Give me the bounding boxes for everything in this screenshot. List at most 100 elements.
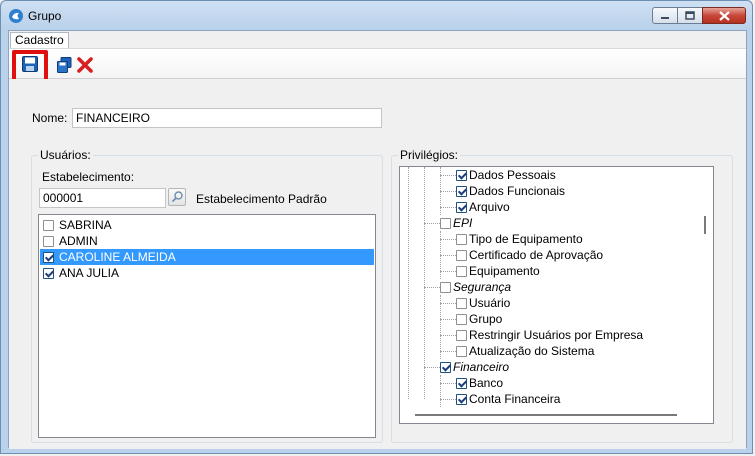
tree-line — [424, 167, 425, 399]
checkbox[interactable] — [440, 281, 451, 293]
checkbox[interactable] — [43, 235, 54, 247]
tree-node[interactable]: Dados Pessoais — [456, 167, 556, 183]
estabelecimento-field[interactable] — [39, 188, 166, 208]
toolbar — [9, 48, 746, 85]
tree-line — [424, 287, 440, 288]
estabelecimento-label: Estabelecimento: — [42, 170, 135, 184]
tree-node[interactable]: Arquivo — [456, 199, 510, 215]
list-item-selected[interactable]: CAROLINE ALMEIDA — [40, 249, 374, 265]
tree-line — [440, 383, 456, 384]
list-item[interactable]: ADMIN — [40, 233, 374, 249]
horizontal-scroll-thumb[interactable] — [415, 414, 677, 416]
save-button[interactable] — [21, 55, 39, 73]
tree-node[interactable]: Dados Funcionais — [456, 183, 565, 199]
copy-button[interactable] — [56, 56, 74, 74]
tree-node-label: Atualização do Sistema — [469, 344, 595, 358]
tree-node-financeiro[interactable]: Financeiro — [440, 359, 509, 375]
tree-node-label: EPI — [453, 216, 473, 230]
tree-line — [408, 167, 409, 399]
list-item[interactable]: SABRINA — [40, 217, 374, 233]
tree-node[interactable]: Atualização do Sistema — [456, 343, 594, 359]
form-area: Nome: Usuários: Estabelecimento: Estabel… — [9, 79, 746, 449]
tree-line — [440, 255, 456, 256]
tree-line — [440, 303, 456, 304]
checkbox-checked[interactable] — [456, 201, 467, 213]
tree-node[interactable]: Certificado de Aprovação — [456, 247, 603, 263]
list-item-label: ADMIN — [59, 234, 98, 248]
tree-node-label: Segurança — [453, 280, 512, 294]
minimize-icon — [661, 16, 669, 19]
nome-label: Nome: — [32, 111, 68, 125]
usuarios-list[interactable]: SABRINA ADMIN CAROLINE ALMEIDA ANA JULIA — [38, 214, 376, 438]
close-icon — [718, 10, 730, 21]
privilegios-group-title: Privilégios: — [398, 148, 461, 162]
tree-line — [440, 271, 456, 272]
title-bar[interactable]: Grupo — [1, 1, 752, 31]
delete-button[interactable] — [76, 56, 94, 74]
checkbox-checked[interactable] — [456, 185, 467, 197]
checkbox[interactable] — [43, 219, 54, 231]
checkbox-checked[interactable] — [43, 267, 54, 279]
list-item-label: ANA JULIA — [59, 266, 120, 280]
checkbox[interactable] — [456, 345, 467, 357]
checkbox[interactable] — [456, 329, 467, 341]
list-item[interactable]: ANA JULIA — [40, 265, 374, 281]
checkbox-checked[interactable] — [456, 169, 467, 181]
vertical-scrollbar[interactable] — [697, 168, 712, 408]
tree-line — [440, 191, 456, 192]
checkbox-checked[interactable] — [456, 377, 467, 389]
tree-line — [440, 399, 456, 400]
privilegios-tree[interactable]: Dados Pessoais Dados Funcionais Arquivo … — [399, 166, 714, 424]
estabelecimento-search-button[interactable] — [168, 188, 186, 206]
tree-node-label: Restringir Usuários por Empresa — [469, 328, 644, 342]
checkbox-checked[interactable] — [440, 361, 451, 373]
usuarios-group: Usuários: Estabelecimento: Estabelecimen… — [31, 148, 383, 443]
checkbox-checked[interactable] — [456, 393, 467, 405]
tree-node-label: Certificado de Aprovação — [469, 248, 604, 262]
tree-node[interactable]: Tipo de Equipamento — [456, 231, 583, 247]
maximize-icon — [685, 11, 695, 20]
tree-line — [440, 207, 456, 208]
window-title: Grupo — [28, 9, 62, 23]
tree-node[interactable]: Banco — [456, 375, 503, 391]
tree-node-epi[interactable]: EPI — [440, 215, 472, 231]
tree-node-label: Grupo — [469, 312, 503, 326]
tree-node[interactable]: Equipamento — [456, 263, 540, 279]
tree-line — [440, 319, 456, 320]
copy-icon — [57, 57, 72, 73]
tree-line — [440, 239, 456, 240]
delete-icon — [77, 57, 93, 73]
maximize-button[interactable] — [677, 7, 703, 24]
tree-node-label: Conta Financeira — [469, 392, 561, 406]
checkbox[interactable] — [456, 249, 467, 261]
client-area: Cadastro Nome: FINANCEIRO Usuários: Esta… — [8, 30, 747, 449]
nome-field[interactable] — [72, 108, 382, 128]
tree-node-seguranca[interactable]: Segurança — [440, 279, 511, 295]
tab-strip: Cadastro — [9, 31, 746, 48]
usuarios-group-title: Usuários: — [38, 148, 93, 162]
checkbox-checked[interactable] — [43, 251, 54, 263]
tree-line — [440, 335, 456, 336]
close-button[interactable] — [702, 7, 746, 24]
checkbox[interactable] — [456, 297, 467, 309]
tree-node[interactable]: Conta Financeira — [456, 391, 560, 407]
tree-node[interactable]: Grupo — [456, 311, 502, 327]
tree-node[interactable]: Usuário — [456, 295, 510, 311]
estabelecimento-name: Estabelecimento Padrão — [196, 192, 327, 206]
tree-node[interactable]: Restringir Usuários por Empresa — [456, 327, 643, 343]
tree-line — [424, 367, 440, 368]
checkbox[interactable] — [456, 233, 467, 245]
tab-cadastro[interactable]: Cadastro — [10, 32, 69, 48]
tree-line — [440, 375, 441, 407]
checkbox[interactable] — [456, 265, 467, 277]
checkbox[interactable] — [456, 313, 467, 325]
tree-node-label: Dados Pessoais — [469, 168, 556, 182]
horizontal-scrollbar[interactable] — [401, 408, 698, 422]
list-item-label: SABRINA — [59, 218, 112, 232]
tree-line — [440, 351, 456, 352]
window: Grupo Cadastro Nome: FINANCEIRO Usuários… — [0, 0, 753, 454]
vertical-scroll-thumb[interactable] — [704, 216, 706, 234]
tree-node-label: Tipo de Equipamento — [469, 232, 583, 246]
checkbox[interactable] — [440, 217, 451, 229]
minimize-button[interactable] — [652, 7, 678, 24]
